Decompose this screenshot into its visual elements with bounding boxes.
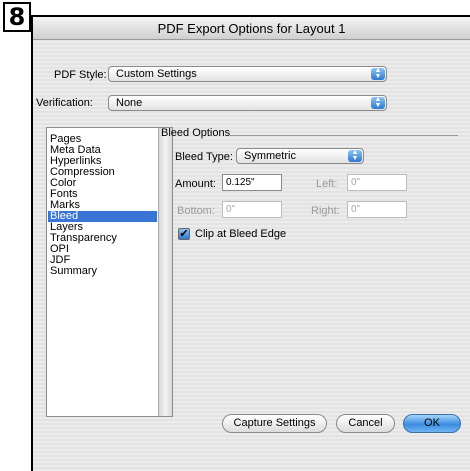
bleed-options-title: Bleed Options — [161, 127, 231, 139]
capture-settings-button[interactable]: Capture Settings — [222, 414, 327, 433]
right-label: Right: — [311, 205, 340, 217]
amount-label: Amount: — [175, 178, 216, 190]
list-scrollbar[interactable] — [158, 128, 172, 416]
checkmark-icon: ✔ — [179, 228, 189, 240]
list-item-summary[interactable]: Summary — [50, 266, 101, 277]
popup-arrows-icon: ▲ ▼ — [371, 96, 385, 109]
clip-at-bleed-edge-label: Clip at Bleed Edge — [195, 228, 287, 240]
bottom-field[interactable]: 0" — [222, 201, 282, 218]
bleed-type-popup[interactable]: Symmetric ▲ ▼ — [236, 148, 364, 164]
step-number: 8 — [8, 3, 26, 31]
bottom-label: Bottom: — [177, 205, 215, 217]
verification-label: Verification: — [36, 97, 93, 109]
group-divider — [230, 135, 458, 136]
pdf-style-popup[interactable]: Custom Settings ▲ ▼ — [108, 66, 387, 82]
left-label: Left: — [316, 178, 338, 190]
cancel-button[interactable]: Cancel — [336, 414, 395, 433]
left-field[interactable]: 0" — [347, 174, 407, 191]
category-list[interactable]: Pages Meta Data Hyperlinks Compression C… — [46, 127, 173, 417]
amount-field[interactable]: 0.125" — [222, 174, 282, 191]
ok-button[interactable]: OK — [403, 414, 461, 433]
pdf-export-dialog: PDF Export Options for Layout 1 PDF Styl… — [33, 17, 470, 471]
step-number-badge: 8 — [3, 2, 31, 32]
bleed-type-value: Symmetric — [244, 150, 296, 162]
pdf-style-label: PDF Style: — [54, 69, 107, 81]
popup-arrows-icon: ▲ ▼ — [371, 67, 385, 80]
pdf-style-value: Custom Settings — [116, 68, 197, 80]
verification-popup[interactable]: None ▲ ▼ — [108, 95, 387, 111]
bleed-type-label: Bleed Type: — [175, 151, 233, 163]
verification-value: None — [116, 97, 143, 109]
clip-at-bleed-edge-checkbox[interactable]: ✔ — [178, 228, 190, 240]
title-bar: PDF Export Options for Layout 1 — [33, 17, 470, 40]
window-title: PDF Export Options for Layout 1 — [157, 21, 346, 36]
right-field[interactable]: 0" — [347, 201, 407, 218]
popup-arrows-icon: ▲ ▼ — [348, 149, 362, 162]
